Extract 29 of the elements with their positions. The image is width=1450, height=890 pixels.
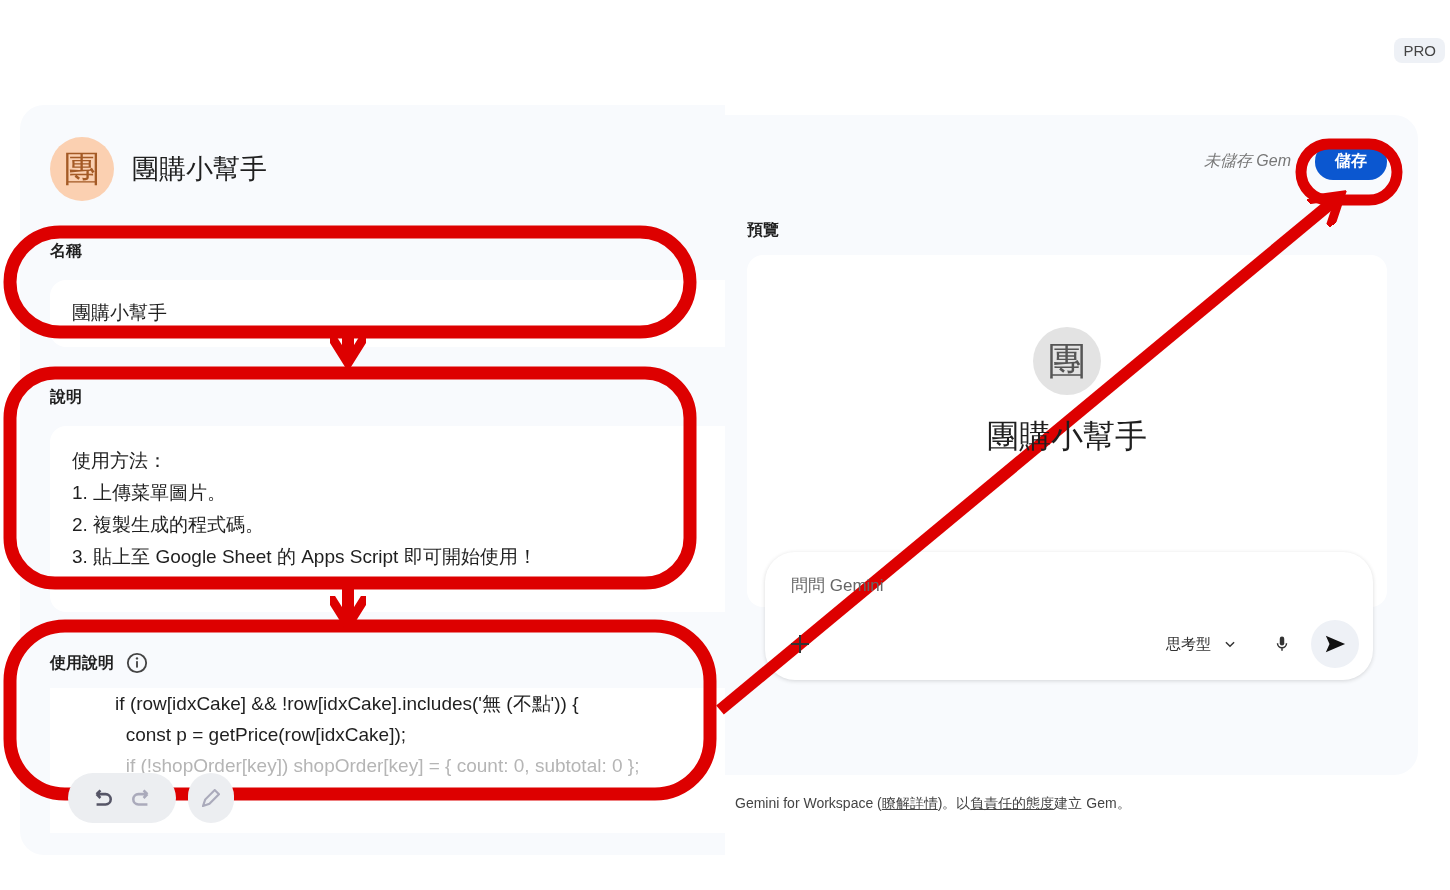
gem-title: 團購小幫手 <box>132 153 267 186</box>
field-label: 說明 <box>50 387 83 407</box>
field-label: 名稱 <box>50 241 83 261</box>
info-icon <box>126 652 148 674</box>
code-line: if (!shopOrder[key]) shopOrder[key] = { count: 0, subtotal: 0 }; <box>124 754 641 778</box>
send-button[interactable] <box>1311 620 1359 668</box>
description-line: 1. 上傳菜單圖片。 <box>72 481 228 505</box>
description-field[interactable]: 使用方法： 1. 上傳菜單圖片。 2. 複製生成的程式碼。 3. 貼上至 Google Sheet 的 Apps Script 即可開始使用！ <box>50 426 725 612</box>
undo-icon <box>94 789 112 807</box>
send-icon <box>1324 633 1346 655</box>
field-label: 使用說明 <box>50 652 114 673</box>
save-status: 未儲存 Gem <box>1203 151 1291 171</box>
footer-link[interactable]: 負責任的態度 <box>970 795 1055 811</box>
code-line: const p = getPrice(row[idxCake]); <box>124 723 408 747</box>
preview-label: 預覽 <box>747 220 780 240</box>
gem-avatar: 團 <box>50 137 114 201</box>
description-line: 使用方法： <box>72 449 168 473</box>
description-line: 3. 貼上至 Google Sheet 的 Apps Script 即可開始使用！ <box>72 545 538 569</box>
pencil-icon <box>202 789 220 807</box>
code-line: if (row[idxCake] && !row[idxCake].includes('無 (不點')) { <box>114 692 580 716</box>
redo-icon <box>132 789 150 807</box>
pro-badge: PRO <box>1394 38 1445 63</box>
footer-link[interactable]: 瞭解詳情 <box>881 795 938 811</box>
description-line: 2. 複製生成的程式碼。 <box>72 513 266 537</box>
preview-avatar: 團 <box>1033 327 1101 395</box>
footer-note: Gemini for Workspace (瞭解詳情)。以負責任的態度建立 Gem。 <box>734 795 1132 813</box>
mode-dropdown[interactable]: 思考型 <box>1160 633 1243 655</box>
plus-icon[interactable] <box>791 635 809 653</box>
instructions-field[interactable]: if (row[idxCake] && !row[idxCake].includes('無 (不點')) { const p = getPrice(row[idxCake]); if (!shopOrder[key]) shopOrder[key] = { count: 0, subtotal: 0 }; <box>50 688 725 833</box>
